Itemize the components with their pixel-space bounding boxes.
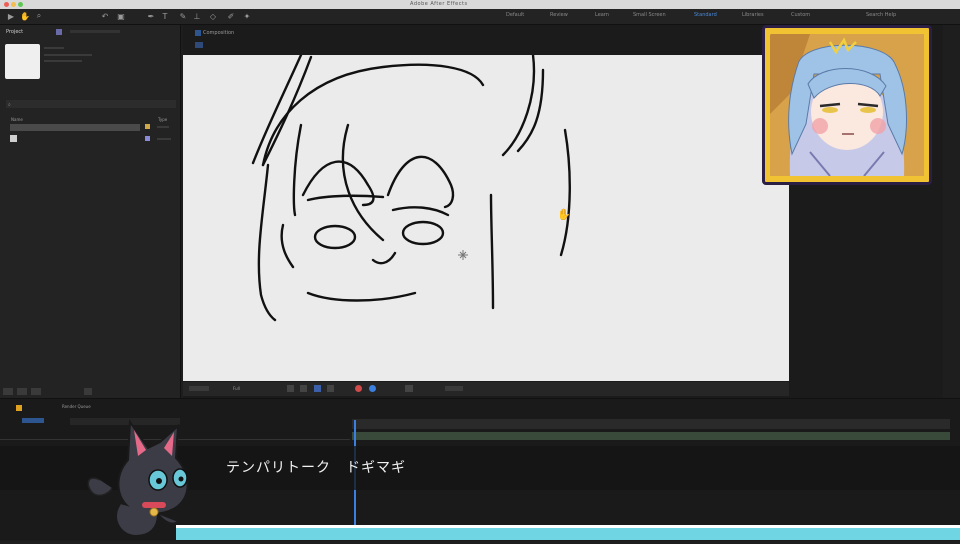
timeline-tab-icon[interactable] [16,405,22,411]
current-time-display[interactable] [22,418,44,423]
timecode-display[interactable] [445,386,463,391]
composition-label-icon [145,124,150,129]
title-bar: Adobe After Effects [0,0,960,9]
interpret-footage-icon[interactable] [3,388,13,395]
composition-canvas[interactable]: ✋ [183,55,789,381]
camera-tool-icon[interactable]: ▣ [116,11,126,21]
snapshot-icon[interactable] [405,385,413,392]
selection-tool-icon[interactable]: ▶ [6,11,16,21]
zoom-tool-icon[interactable]: ⌕ [34,11,44,21]
effect-controls-tab[interactable] [70,30,120,33]
thumbnail-info [44,60,82,62]
project-tab[interactable]: Project [6,29,23,35]
render-queue-tab[interactable]: Render Queue [62,404,91,409]
puppet-tool-icon[interactable]: ✦ [242,11,252,21]
tools-toolbar: ▶ ✋ ⌕ ↶ ▣ ✒ T ✎ ⊥ ◇ ✐ ✦ Default Review L… [0,9,960,25]
project-search-input[interactable] [6,100,176,108]
time-ruler[interactable] [352,419,950,429]
work-area-bar[interactable] [352,432,950,440]
workspace-learn[interactable]: Learn [595,12,609,18]
subtitle-text: テンパリトーク ドギマギ [226,460,406,476]
roto-brush-tool-icon[interactable]: ✐ [226,11,236,21]
rotate-tool-icon[interactable]: ↶ [100,11,110,21]
window-title: Adobe After Effects [410,1,468,7]
new-folder-icon[interactable] [17,388,27,395]
hand-tool-icon[interactable]: ✋ [20,11,30,21]
new-composition-icon[interactable] [31,388,41,395]
resolution-dropdown[interactable]: Full [233,386,240,391]
svg-text:✋: ✋ [557,208,571,221]
type-tool-icon[interactable]: T [160,11,170,21]
sketch-drawing: ✋ [251,55,571,322]
bottom-accent-bar [176,528,960,540]
brush-tool-icon[interactable]: ✎ [178,11,188,21]
composition-tab[interactable]: Composition [203,30,234,36]
minimize-window-icon[interactable] [11,2,16,7]
project-panel: Project ⌕ Name Type [0,25,181,410]
guides-icon[interactable] [327,385,334,392]
cat-mascot [80,418,210,544]
workspace-default[interactable]: Default [506,12,524,18]
mask-visibility-icon[interactable] [314,385,321,392]
search-icon: ⌕ [8,102,11,108]
viewer-controls: Full [183,382,789,396]
workspace-small-screen[interactable]: Small Screen [633,12,666,18]
close-window-icon[interactable] [4,2,9,7]
column-name[interactable]: Name [11,117,23,122]
thumbnail-info [44,54,92,56]
footage-file-icon[interactable] [10,135,17,142]
search-help-input[interactable]: Search Help [866,12,896,18]
zoom-window-icon[interactable] [18,2,23,7]
workspace-custom[interactable]: Custom [791,12,810,18]
workspace-libraries[interactable]: Libraries [742,12,764,18]
lock-icon[interactable] [195,30,201,36]
project-item-selected[interactable] [10,124,140,131]
clone-stamp-tool-icon[interactable]: ⊥ [192,11,202,21]
column-type[interactable]: Type [158,117,167,122]
delete-icon[interactable] [84,388,92,395]
pen-tool-icon[interactable]: ✒ [146,11,156,21]
exposure-icon[interactable] [369,385,376,392]
workspace-standard[interactable]: Standard [694,12,717,18]
color-channel-icon[interactable] [355,385,362,392]
footage-label-icon [145,136,150,141]
magnification-dropdown[interactable] [189,386,209,391]
comp-breadcrumb[interactable] [195,42,203,48]
effect-controls-tab-icon[interactable] [56,29,62,35]
transparency-grid-icon[interactable] [300,385,307,392]
item-type [157,126,169,128]
avatar [770,34,924,176]
region-of-interest-icon[interactable] [287,385,294,392]
eraser-tool-icon[interactable]: ◇ [208,11,218,21]
item-type [157,138,171,140]
project-thumbnail [5,44,40,79]
thumbnail-info [44,47,64,49]
workspace-review[interactable]: Review [550,12,568,18]
